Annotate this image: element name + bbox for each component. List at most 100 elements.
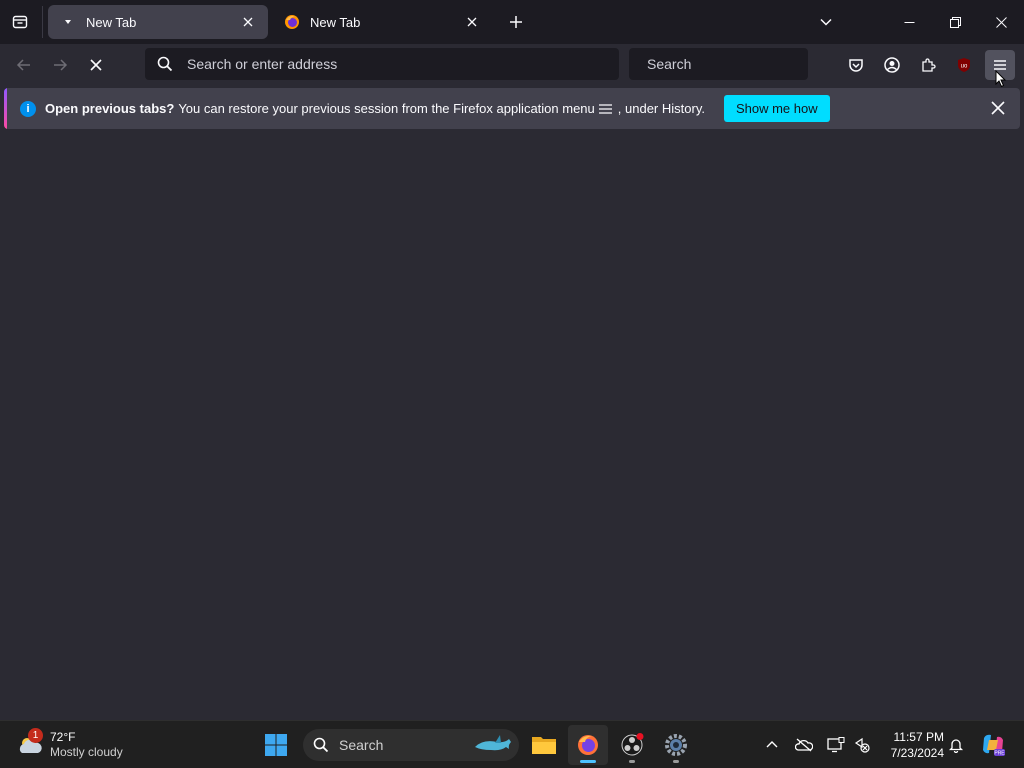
session-restore-notification: i Open previous tabs? You can restore yo… [4,88,1020,129]
address-input[interactable] [187,56,619,72]
taskbar-firefox[interactable] [568,725,608,765]
taskbar-file-explorer[interactable] [524,725,564,765]
tab-strip: New Tab New Tab [0,0,1024,44]
ublock-icon: uo [958,58,970,72]
restore-button[interactable] [932,0,978,44]
firefox-icon [578,735,598,755]
account-icon [884,57,900,73]
bell-icon [948,739,964,753]
active-indicator [580,760,596,763]
file-explorer-icon [532,737,556,754]
search-input[interactable] [647,56,828,72]
close-window-button[interactable] [978,0,1024,44]
loading-dot-icon [60,14,76,30]
clock-time: 11:57 PM [893,730,944,744]
restore-icon [949,16,961,28]
settings-icon [665,734,687,756]
address-bar[interactable] [145,48,619,80]
account-button[interactable] [877,50,907,80]
chevron-down-icon [820,18,832,26]
network-tray[interactable] [848,729,876,761]
display-icon [827,737,845,753]
tab-active[interactable]: New Tab [48,5,268,39]
hamburger-menu-icon [598,103,612,115]
copilot-button[interactable]: PRE [976,729,1010,761]
list-all-tabs-button[interactable] [812,8,840,36]
info-icon: i [20,100,36,117]
close-icon [995,16,1007,28]
arrow-right-icon [54,59,68,71]
obs-icon [621,733,644,756]
stop-button[interactable] [81,50,111,80]
weather-temperature: 72°F [50,730,76,744]
app-menu-button[interactable] [985,50,1015,88]
firefox-view-icon [12,15,28,29]
close-icon [991,101,1005,115]
page-content [0,133,1024,720]
start-button[interactable] [256,725,296,765]
weather-widget[interactable]: 1 72°F Mostly cloudy [16,727,146,763]
weather-badge: 1 [28,728,43,743]
pocket-button[interactable] [841,50,871,80]
display-tray[interactable] [822,729,850,761]
svg-text:PRE: PRE [994,751,1005,757]
running-indicator [629,760,635,763]
search-icon [157,56,173,72]
tab-title: New Tab [86,14,137,30]
pocket-icon [849,59,863,72]
clock-date: 7/23/2024 [890,746,944,760]
clock[interactable]: 11:57 PM 7/23/2024 [878,729,944,761]
notification-accent [4,88,7,129]
notification-close-button[interactable] [988,98,1008,118]
forward-button[interactable] [45,50,75,80]
tab-close-button[interactable] [462,12,482,32]
arrow-left-icon [16,59,30,71]
show-me-how-button[interactable]: Show me how [723,95,830,122]
notification-title: Open previous tabs? [45,101,175,116]
close-icon [467,17,477,27]
minimize-icon [904,21,914,23]
tab-title: New Tab [310,14,361,30]
minimize-button[interactable] [886,0,932,44]
plus-icon [510,16,522,28]
taskbar-settings[interactable] [656,725,696,765]
weather-condition: Mostly cloudy [50,745,123,759]
copilot-icon: PRE [983,734,1005,757]
navigation-toolbar: uo [0,44,1024,88]
firefox-view-button[interactable] [6,8,34,36]
taskbar-obs[interactable] [612,725,652,765]
tab-close-button[interactable] [238,12,258,32]
tab-separator [42,6,43,38]
screen: New Tab New Tab Search or enter address … [0,0,1024,768]
network-disconnected-icon [854,737,870,753]
taskbar-search[interactable]: Search [303,729,519,761]
tab-inactive[interactable]: New Tab [272,5,492,39]
windows-taskbar: 1 72°F Mostly cloudy Search 11:57 PM 7/2… [0,720,1024,768]
new-tab-button[interactable] [502,8,530,36]
search-icon [313,737,329,753]
cloudy-weather-icon: 1 [16,728,44,759]
notification-body-end: , under History. [617,101,705,116]
onedrive-offline-icon [795,738,813,752]
notification-message: Open previous tabs? You can restore your… [45,101,705,116]
taskbar-search-label: Search [339,737,384,753]
whale-search-highlight-icon [475,735,511,751]
search-bar[interactable] [629,48,828,80]
stop-icon [90,59,102,71]
svg-text:uo: uo [961,64,968,70]
notification-body: You can restore your previous session fr… [178,101,595,116]
mouse-cursor-icon [995,70,1007,88]
show-hidden-icons-button[interactable] [758,729,786,761]
close-icon [243,17,253,27]
extensions-icon [922,58,936,72]
onedrive-tray[interactable] [790,729,818,761]
extensions-button[interactable] [913,50,943,80]
ublock-button[interactable]: uo [949,50,979,80]
back-button[interactable] [9,50,39,80]
firefox-icon [284,14,300,30]
weather-text: 72°F Mostly cloudy [50,730,123,760]
windows-start-icon [265,734,287,756]
running-indicator [673,760,679,763]
chevron-up-icon [766,741,778,748]
notifications-button[interactable] [942,729,970,761]
